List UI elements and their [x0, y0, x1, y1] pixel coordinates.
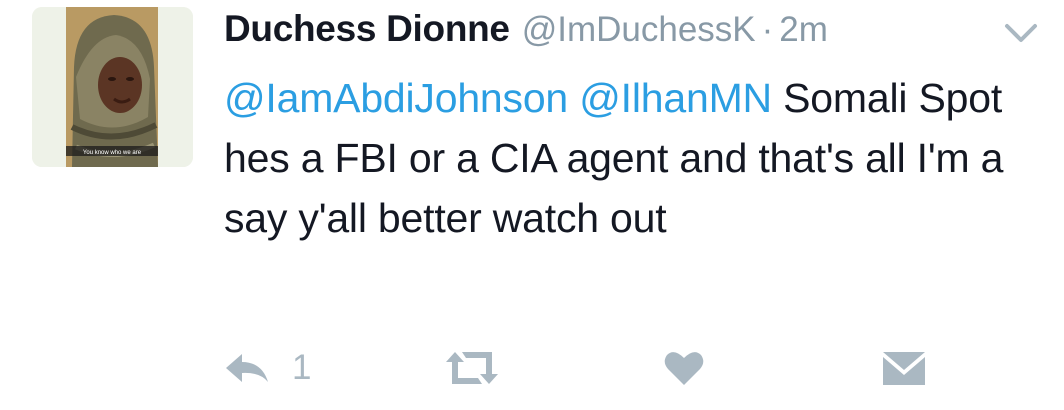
timestamp[interactable]: 2m — [779, 10, 828, 50]
retweet-button[interactable] — [444, 340, 500, 396]
mention-link[interactable]: @IlhanMN — [579, 75, 772, 121]
like-button[interactable] — [664, 340, 704, 396]
avatar-caption: You know who we are — [83, 150, 142, 156]
avatar[interactable]: You know who we are — [32, 7, 193, 167]
user-handle[interactable]: @ImDuchessK — [522, 10, 756, 50]
heart-icon — [664, 352, 704, 385]
reply-count: 1 — [292, 348, 312, 387]
tweet-card[interactable]: You know who we are Duchess Dionne @ImDu… — [0, 0, 1064, 410]
mention-link[interactable]: @IamAbdiJohnson — [224, 75, 568, 121]
action-bar: 1 — [0, 340, 1064, 396]
direct-message-button[interactable] — [882, 340, 926, 396]
retweet-icon — [446, 352, 498, 384]
tweet-header: Duchess Dionne @ImDuchessK · 2m — [224, 8, 828, 54]
chevron-down-icon[interactable] — [1003, 20, 1039, 46]
avatar-image: You know who we are — [32, 7, 193, 167]
reply-button[interactable]: 1 — [224, 340, 311, 396]
envelope-icon — [883, 352, 925, 385]
display-name[interactable]: Duchess Dionne — [224, 8, 510, 50]
reply-icon — [226, 354, 268, 382]
tweet-text: @IamAbdiJohnson @IlhanMN Somali Spot hes… — [224, 68, 1044, 248]
separator-dot: · — [761, 10, 774, 49]
